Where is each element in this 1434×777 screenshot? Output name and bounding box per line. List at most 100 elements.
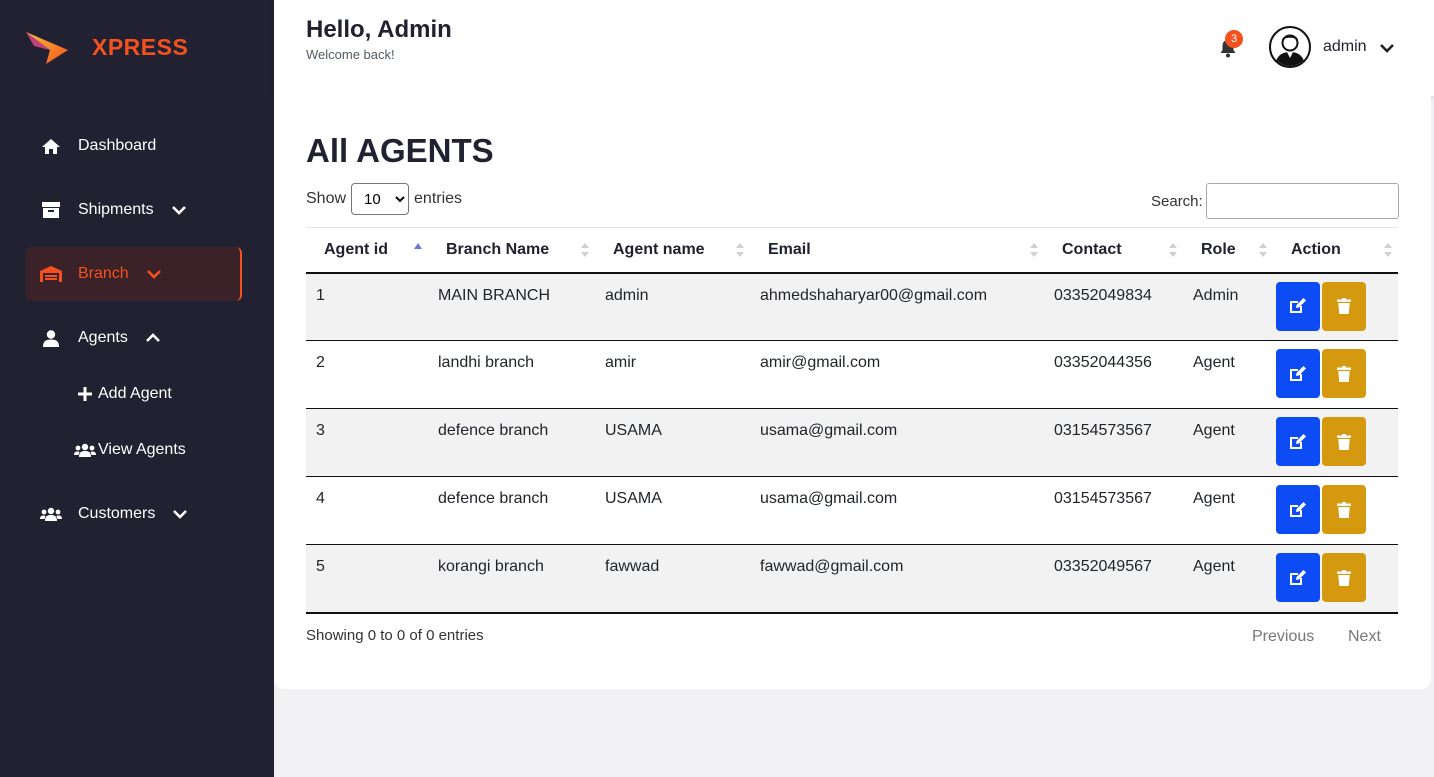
cell-agent-id: 1 [316,286,325,304]
agents-card: All AGENTS Show 10 entries Search: Agent… [274,96,1431,689]
cell-agent-name: admin [605,286,649,304]
edit-button[interactable] [1276,281,1320,331]
table-row: 5 korangi branch fawwad fawwad@gmail.com… [306,544,1398,613]
cell-agent-id: 2 [316,354,325,371]
sidebar-subitem-view-agents[interactable]: View Agents [74,435,186,465]
edit-button[interactable] [1276,349,1320,398]
cell-actions [1273,545,1398,613]
brand-name: XPRESS [92,33,189,60]
sidebar-item-customers[interactable]: Customers [26,487,242,541]
users-icon [40,505,62,523]
column-header-label: Agent name [613,240,705,258]
delete-button[interactable] [1322,349,1366,398]
column-header-role[interactable]: Role [1183,227,1273,274]
sidebar-item-shipments[interactable]: Shipments [26,183,242,237]
table-row: 1 MAIN BRANCH admin ahmedshaharyar00@gma… [306,272,1398,341]
edit-icon [1290,298,1306,313]
delete-button[interactable] [1322,553,1366,602]
sidebar-subitem-add-agent[interactable]: Add Agent [74,379,172,409]
column-header-label: Branch Name [446,240,550,258]
entries-label: entries [414,190,463,207]
cell-agent-id: 3 [316,422,325,439]
edit-icon [1290,433,1306,449]
agents-table: Agent id Branch Name Agent name Email Co… [306,227,1398,614]
cell-branch-name: korangi branch [438,558,544,575]
cell-actions [1273,273,1398,341]
cell-email: fawwad@gmail.com [760,558,904,575]
edit-icon [1290,365,1306,381]
sidebar-subitem-label: Add Agent [98,385,172,402]
column-header-label: Contact [1062,240,1122,258]
sidebar-item-branch[interactable]: Branch [26,247,242,301]
cell-actions [1273,477,1398,545]
show-label: Show [306,190,347,207]
delete-button[interactable] [1322,485,1366,534]
column-header-agent-id[interactable]: Agent id [306,227,428,274]
cell-email: usama@gmail.com [760,422,898,439]
table-header-row: Agent id Branch Name Agent name Email Co… [306,227,1398,274]
cell-contact: 03352049567 [1054,558,1152,575]
cell-actions [1273,409,1398,477]
sidebar-item-label: Branch [78,265,129,282]
sort-icon [1259,243,1267,257]
search-label: Search: [1151,192,1203,210]
trash-icon [1337,433,1351,450]
cell-agent-name: USAMA [605,490,662,507]
logo-icon [26,32,68,64]
delete-button[interactable] [1322,417,1366,466]
cell-role: Agent [1193,558,1235,575]
brand-logo[interactable]: XPRESS [24,28,188,66]
user-name[interactable]: admin [1323,38,1367,56]
column-header-agent-name[interactable]: Agent name [595,227,750,274]
warehouse-icon [40,265,62,283]
search-input[interactable] [1205,183,1399,219]
table-row: 2 landhi branch amir amir@gmail.com 0335… [306,341,1398,409]
cell-branch-name: defence branch [438,422,549,439]
page-size-select[interactable]: 10 [351,183,410,215]
cell-agent-id: 4 [316,490,325,507]
next-page-button[interactable]: Next [1348,628,1381,646]
chevron-down-icon [173,507,188,521]
column-header-action[interactable]: Action [1273,227,1398,274]
cell-branch-name: landhi branch [438,354,535,371]
cell-agent-id: 5 [316,558,325,575]
users-icon [74,442,96,458]
user-icon [40,329,62,347]
plus-icon [74,386,96,402]
greeting-subtitle: Welcome back! [306,47,395,62]
column-header-branch-name[interactable]: Branch Name [428,227,595,274]
cell-contact: 03154573567 [1054,422,1152,439]
cell-email: amir@gmail.com [760,354,881,371]
page-title: All AGENTS [306,132,494,169]
cell-email: ahmedshaharyar00@gmail.com [760,286,988,304]
cell-contact: 03154573567 [1054,490,1152,507]
top-header: Hello, Admin Welcome back! 3 admin [274,0,1434,96]
sidebar-item-label: Dashboard [78,137,157,154]
edit-button[interactable] [1276,485,1320,534]
cell-role: Agent [1193,490,1235,507]
table-info: Showing 0 to 0 of 0 entries [306,627,484,644]
sidebar-item-agents[interactable]: Agents [26,311,242,365]
previous-page-button[interactable]: Previous [1252,628,1314,646]
cell-role: Agent [1193,422,1235,439]
cell-role: Agent [1193,354,1235,371]
edit-button[interactable] [1276,417,1320,466]
column-header-label: Role [1201,240,1236,258]
edit-icon [1290,501,1306,517]
column-header-contact[interactable]: Contact [1044,227,1183,274]
cell-email: usama@gmail.com [760,490,898,507]
search-control: Search: [1151,183,1399,219]
chevron-down-icon[interactable] [1380,40,1394,54]
delete-button[interactable] [1322,281,1366,331]
edit-icon [1290,569,1306,585]
column-header-email[interactable]: Email [750,227,1044,274]
sidebar-item-dashboard[interactable]: Dashboard [26,119,242,173]
cell-agent-name: amir [605,354,637,371]
cell-branch-name: defence branch [438,490,549,507]
avatar[interactable] [1269,26,1311,68]
edit-button[interactable] [1276,553,1320,602]
box-icon [40,201,62,219]
sort-ascending-icon [414,243,422,249]
cell-contact: 03352049834 [1054,286,1152,304]
sidebar-item-label: Agents [78,329,128,346]
